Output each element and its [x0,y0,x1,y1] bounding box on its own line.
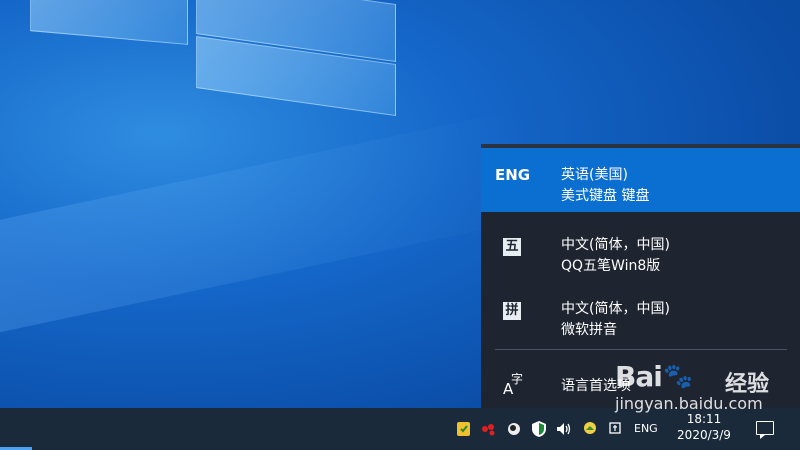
ime-mode-icon[interactable] [607,420,625,438]
keyboard-name: QQ五笔Win8版 [561,258,661,274]
network-app-icon[interactable] [505,420,523,438]
security-shield-icon[interactable] [530,420,548,438]
language-item-eng[interactable]: ENG 英语(美国) 美式键盘 键盘 [481,148,800,212]
light-beam [0,108,545,342]
keyboard-name: 微软拼音 [561,322,617,338]
language-item-pinyin[interactable]: 拼 中文(简体，中国) 微软拼音 [481,282,800,346]
watermark-brand: Bai [615,360,663,393]
keyboard-name: 美式键盘 键盘 [561,188,650,204]
pinyin-icon: 拼 [503,302,521,320]
paw-icon: 🐾 [663,362,693,390]
divider [495,349,787,350]
language-name: 中文(简体，中国) [561,237,670,253]
chat-app-icon[interactable] [480,420,498,438]
watermark-url: jingyan.baidu.com [615,394,763,413]
weather-app-icon[interactable] [582,420,600,438]
volume-icon[interactable] [555,420,573,438]
windows-logo-pane [30,0,188,45]
language-name: 英语(美国) [561,167,628,183]
language-preferences-icon: A 字 [503,372,524,398]
clock-date: 2020/3/9 [677,428,731,442]
notification-center-icon[interactable] [756,421,774,439]
language-name: 中文(简体，中国) [561,301,670,317]
input-language-indicator[interactable]: ENG [634,422,658,435]
baidu-watermark: Bai 🐾 经验 jingyan.baidu.com [615,360,800,420]
shield-app-icon[interactable] [455,420,473,438]
language-item-wubi[interactable]: 五 中文(简体，中国) QQ五笔Win8版 [481,218,800,282]
wubi-icon: 五 [503,238,521,256]
language-code: ENG [495,166,531,184]
